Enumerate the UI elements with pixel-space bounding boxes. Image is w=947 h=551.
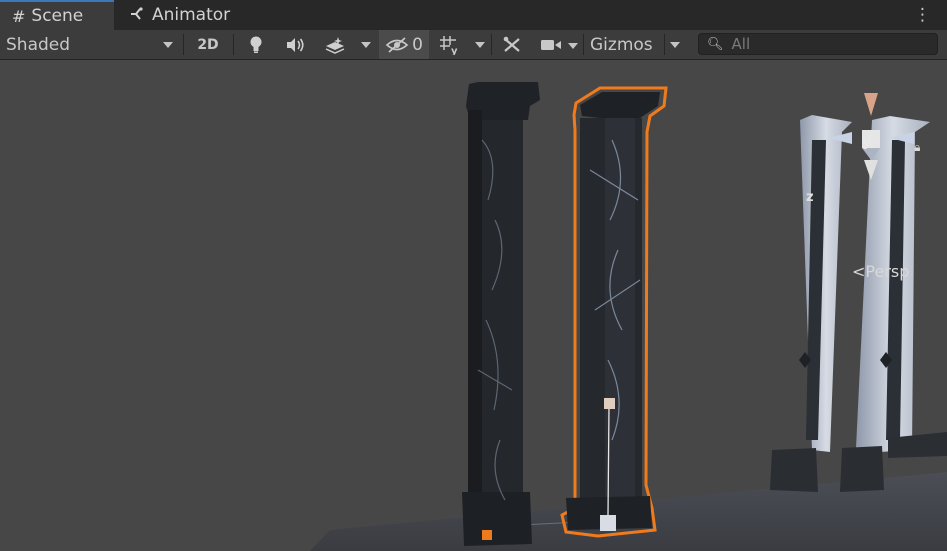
pillar-white-1[interactable] xyxy=(770,115,852,492)
speaker-icon xyxy=(287,37,304,52)
grid-dropdown[interactable] xyxy=(470,30,490,59)
tab-scene-label: Scene xyxy=(31,6,84,26)
lock-icon[interactable]: 🔒︎ xyxy=(914,140,920,155)
pillar-dark[interactable] xyxy=(462,82,540,546)
scene-visibility-button[interactable]: 0 xyxy=(379,30,429,59)
svg-text:y: y xyxy=(451,46,458,55)
chevron-down-icon xyxy=(568,42,578,49)
tab-animator[interactable]: Animator xyxy=(126,0,246,30)
hidden-count: 0 xyxy=(412,34,423,55)
scene-viewport[interactable]: y z <Persp 🔒︎ xyxy=(0,60,947,551)
chevron-down-icon xyxy=(361,42,371,48)
gizmos-button[interactable]: Gizmos xyxy=(586,30,668,59)
toggle-2d-button[interactable]: 2D xyxy=(189,30,227,59)
pivot-marker xyxy=(482,530,492,540)
projection-label: Persp xyxy=(865,262,910,281)
chevron-down-icon xyxy=(475,42,485,48)
camera-icon xyxy=(541,39,561,50)
hidden-eye-icon xyxy=(385,36,409,53)
search-icon: 🔍︎ xyxy=(707,36,724,52)
effects-dropdown[interactable] xyxy=(356,30,376,59)
draw-mode-label: Shaded xyxy=(6,34,71,55)
tab-bar: # Scene Animator ⋮ xyxy=(0,0,947,30)
divider xyxy=(233,34,234,55)
pillar-white-2[interactable] xyxy=(840,116,947,492)
lightbulb-icon xyxy=(250,36,262,53)
divider xyxy=(183,34,184,55)
audio-toggle-button[interactable] xyxy=(278,30,312,59)
search-input[interactable]: 🔍︎ All xyxy=(698,33,938,55)
toggle-2d-label: 2D xyxy=(197,36,219,53)
more-options-icon[interactable]: ⋮ xyxy=(914,5,931,25)
tab-animator-label: Animator xyxy=(152,5,231,25)
tools-icon xyxy=(503,36,520,52)
projection-icon: < xyxy=(852,262,866,281)
divider xyxy=(583,34,584,55)
move-handle[interactable] xyxy=(600,515,616,531)
gizmos-label: Gizmos xyxy=(590,34,653,55)
lighting-toggle-button[interactable] xyxy=(238,30,274,59)
scene-render xyxy=(310,82,947,551)
grid-toggle-button[interactable]: y xyxy=(432,30,468,59)
pillar-selected[interactable] xyxy=(560,86,668,538)
camera-settings-button[interactable] xyxy=(537,30,581,59)
divider xyxy=(491,34,492,55)
layers-effects-icon xyxy=(325,36,345,54)
gizmos-dropdown[interactable] xyxy=(665,30,685,59)
projection-toggle[interactable]: <Persp xyxy=(852,262,909,281)
chevron-down-icon xyxy=(670,42,680,48)
component-tools-button[interactable] xyxy=(494,30,530,59)
scene-toolbar: Shaded 2D 0 y Gizmos 🔍︎ All xyxy=(0,30,947,60)
animator-icon xyxy=(130,6,146,25)
chevron-down-icon xyxy=(163,42,173,48)
search-placeholder: All xyxy=(731,35,751,53)
effects-toggle-button[interactable] xyxy=(316,30,354,59)
hash-icon: # xyxy=(12,6,26,26)
grid-icon: y xyxy=(440,35,458,55)
tab-scene[interactable]: # Scene xyxy=(0,0,114,30)
draw-mode-dropdown[interactable]: Shaded xyxy=(0,30,180,59)
gizmo-axis-y-label: y xyxy=(862,132,872,150)
gizmo-axis-z-label: z xyxy=(806,190,814,205)
